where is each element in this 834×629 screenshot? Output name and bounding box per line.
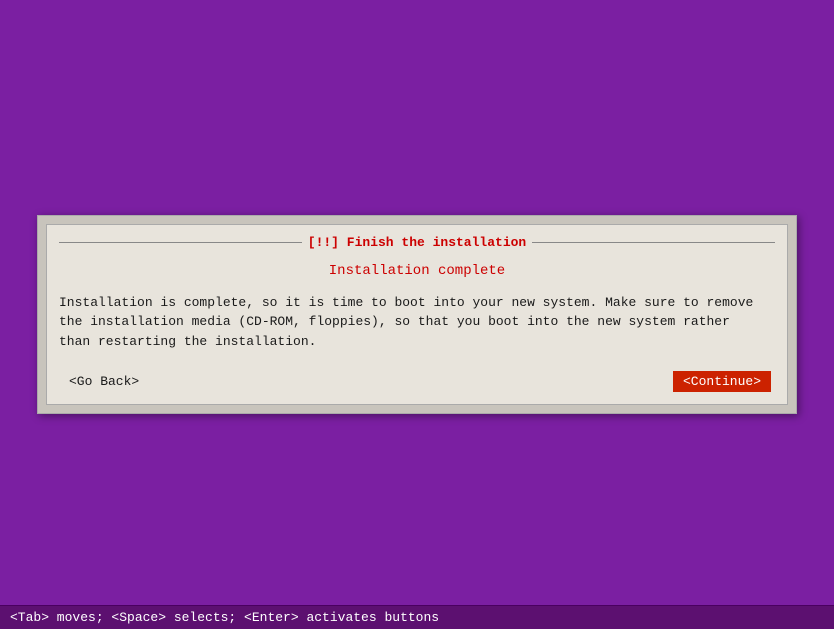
dialog-buttons: <Go Back> <Continue> [59, 371, 775, 392]
continue-button[interactable]: <Continue> [673, 371, 771, 392]
title-line-left [59, 242, 302, 243]
dialog-title-row: [!!] Finish the installation [59, 233, 775, 253]
dialog-inner: [!!] Finish the installation Installatio… [46, 224, 788, 406]
title-line-right [532, 242, 775, 243]
status-bar-text: <Tab> moves; <Space> selects; <Enter> ac… [10, 610, 439, 625]
go-back-button[interactable]: <Go Back> [63, 372, 145, 391]
dialog-window: [!!] Finish the installation Installatio… [37, 215, 797, 415]
main-screen: [!!] Finish the installation Installatio… [0, 0, 834, 629]
dialog-body: Installation is complete, so it is time … [59, 293, 775, 352]
installation-complete-label: Installation complete [59, 263, 775, 279]
status-bar: <Tab> moves; <Space> selects; <Enter> ac… [0, 605, 834, 629]
dialog-title: [!!] Finish the installation [302, 235, 532, 250]
